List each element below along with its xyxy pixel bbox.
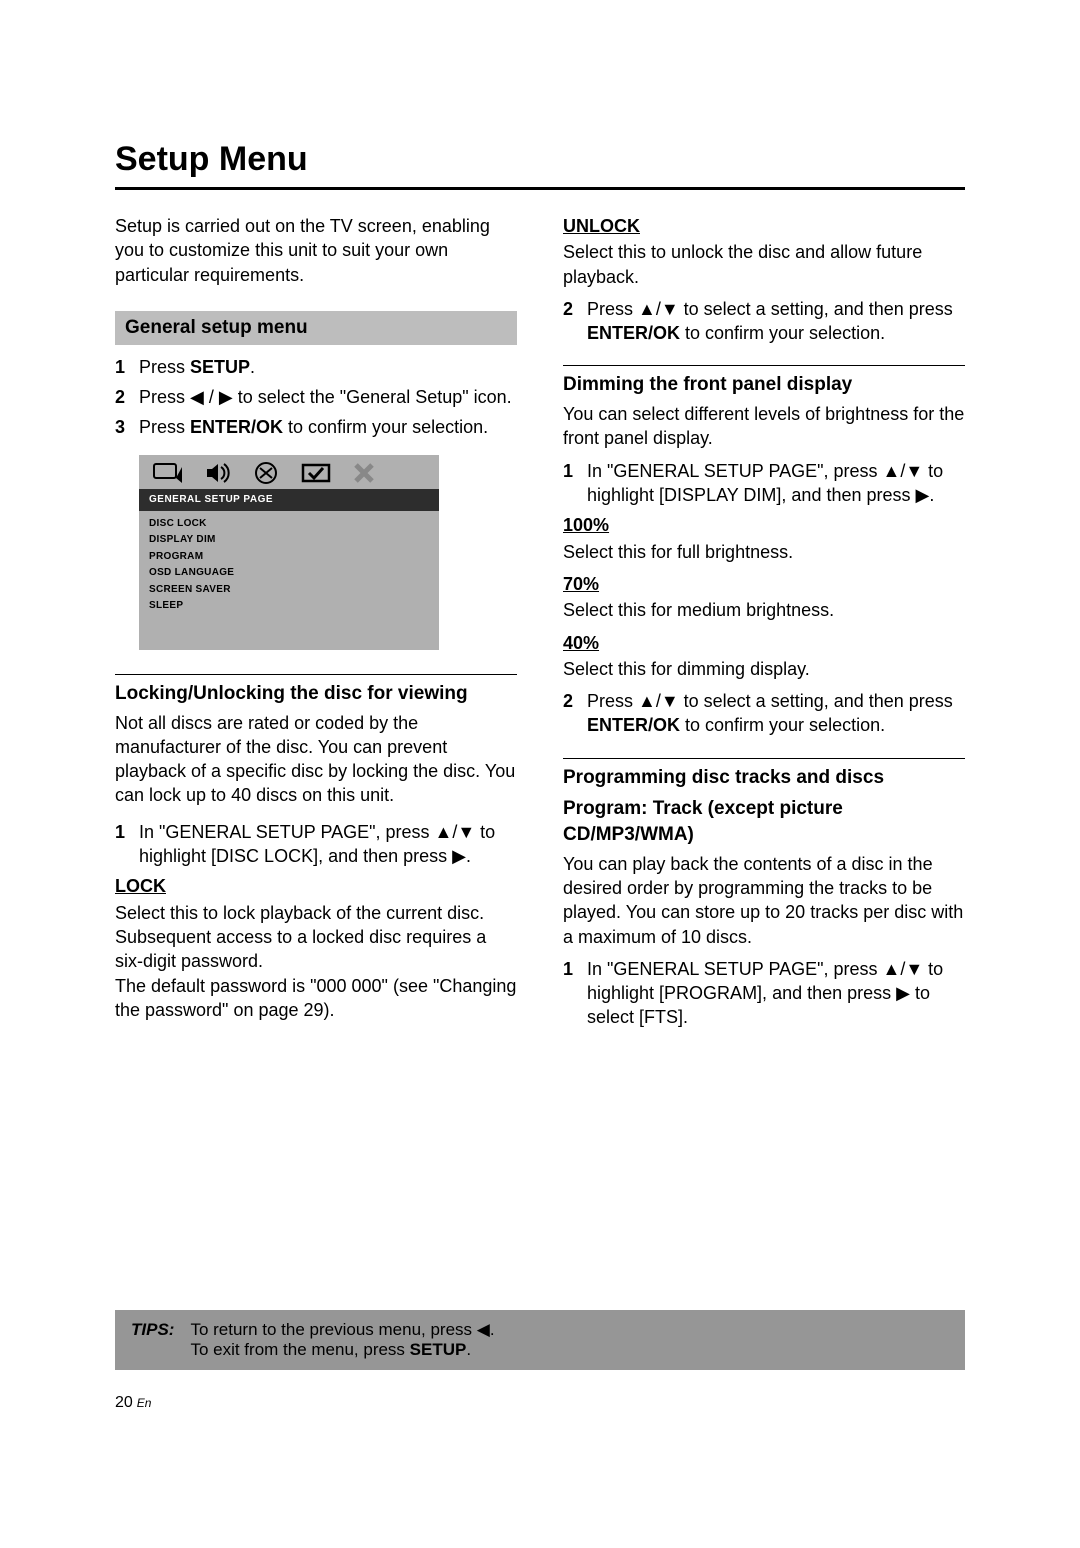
close-x-icon (353, 462, 375, 484)
step-text: Press ▲/▼ to select a setting, and then … (587, 691, 953, 711)
page-number: 20 (115, 1394, 133, 1411)
tips-bar: TIPS: To return to the previous menu, pr… (115, 1310, 965, 1370)
dim-paragraph: You can select different levels of brigh… (563, 402, 965, 451)
dim-step-2: 2 Press ▲/▼ to select a setting, and the… (563, 689, 965, 738)
section-rule (563, 365, 965, 366)
tips-text: . (466, 1340, 471, 1359)
enter-ok-key: ENTER/OK (587, 715, 680, 735)
setup-key: SETUP (410, 1340, 467, 1359)
dim-heading: Dimming the front panel display (563, 372, 965, 398)
section-rule (563, 758, 965, 759)
step-text: to confirm your selection. (680, 715, 885, 735)
unlock-desc: Select this to unlock the disc and allow… (563, 240, 965, 289)
pct70-desc: Select this for medium brightness. (563, 598, 965, 622)
pct40-label: 40% (563, 631, 965, 655)
tv-icon (153, 461, 183, 485)
enter-ok-key: ENTER/OK (587, 323, 680, 343)
tips-label: TIPS: (131, 1320, 174, 1360)
step-2: 2 Press ◀ / ▶ to select the "General Set… (115, 385, 517, 409)
tips-line-1: To return to the previous menu, press ◀. (190, 1320, 494, 1340)
right-column: UNLOCK Select this to unlock the disc an… (563, 214, 965, 1036)
osd-item: OSD LANGUAGE (149, 566, 429, 580)
unlock-label: UNLOCK (563, 214, 965, 238)
title-rule (115, 187, 965, 190)
pct40-desc: Select this for dimming display. (563, 657, 965, 681)
step-text: Press ▲/▼ to select a setting, and then … (587, 299, 953, 319)
step-text: Press (139, 357, 190, 377)
osd-item: DISC LOCK (149, 517, 429, 531)
pct100-label: 100% (563, 513, 965, 537)
step-3: 3 Press ENTER/OK to confirm your selecti… (115, 415, 517, 439)
check-frame-icon (301, 461, 331, 485)
tips-line-2: To exit from the menu, press SETUP. (190, 1340, 494, 1360)
osd-item: DISPLAY DIM (149, 533, 429, 547)
intro-text: Setup is carried out on the TV screen, e… (115, 214, 517, 287)
osd-item: SCREEN SAVER (149, 583, 429, 597)
lock-desc-2: The default password is "000 000" (see "… (115, 974, 517, 1023)
step-text: In "GENERAL SETUP PAGE", press ▲/▼ to hi… (587, 959, 943, 1028)
section-rule (115, 674, 517, 675)
osd-item: PROGRAM (149, 550, 429, 564)
osd-screenshot: GENERAL SETUP PAGE DISC LOCK DISPLAY DIM… (139, 455, 439, 650)
lock-paragraph: Not all discs are rated or coded by the … (115, 711, 517, 808)
step-text: Press (139, 417, 190, 437)
page-footer: 20 En (115, 1394, 151, 1412)
page-lang: En (137, 1396, 152, 1410)
step-text: Press ◀ / ▶ to select the "General Setup… (139, 387, 512, 407)
general-setup-heading: General setup menu (115, 311, 517, 345)
step-text: In "GENERAL SETUP PAGE", press ▲/▼ to hi… (587, 461, 943, 505)
pct70-label: 70% (563, 572, 965, 596)
step-text: to confirm your selection. (283, 417, 488, 437)
prog-heading: Programming disc tracks and discs (563, 765, 965, 791)
step-text: . (250, 357, 255, 377)
dim-step-1: 1 In "GENERAL SETUP PAGE", press ▲/▼ to … (563, 459, 965, 508)
dolby-icon (253, 461, 279, 485)
lock-label: LOCK (115, 874, 517, 898)
step-text: to confirm your selection. (680, 323, 885, 343)
enter-ok-key: ENTER/OK (190, 417, 283, 437)
setup-key: SETUP (190, 357, 250, 377)
page-title: Setup Menu (115, 140, 965, 179)
left-column: Setup is carried out on the TV screen, e… (115, 214, 517, 1036)
lock-desc: Select this to lock playback of the curr… (115, 901, 517, 974)
step-2-confirm: 2 Press ▲/▼ to select a setting, and the… (563, 297, 965, 346)
tips-text: To exit from the menu, press (190, 1340, 409, 1359)
prog-step-1: 1 In "GENERAL SETUP PAGE", press ▲/▼ to … (563, 957, 965, 1030)
step-text: In "GENERAL SETUP PAGE", press ▲/▼ to hi… (139, 822, 495, 866)
prog-paragraph: You can play back the contents of a disc… (563, 852, 965, 949)
speaker-icon (205, 461, 231, 485)
step-1: 1 Press SETUP. (115, 355, 517, 379)
pct100-desc: Select this for full brightness. (563, 540, 965, 564)
lock-heading: Locking/Unlocking the disc for viewing (115, 681, 517, 707)
lock-step-1: 1 In "GENERAL SETUP PAGE", press ▲/▼ to … (115, 820, 517, 869)
prog-subheading: Program: Track (except picture CD/MP3/WM… (563, 796, 965, 847)
osd-item: SLEEP (149, 599, 429, 613)
osd-page-label: GENERAL SETUP PAGE (139, 489, 439, 511)
